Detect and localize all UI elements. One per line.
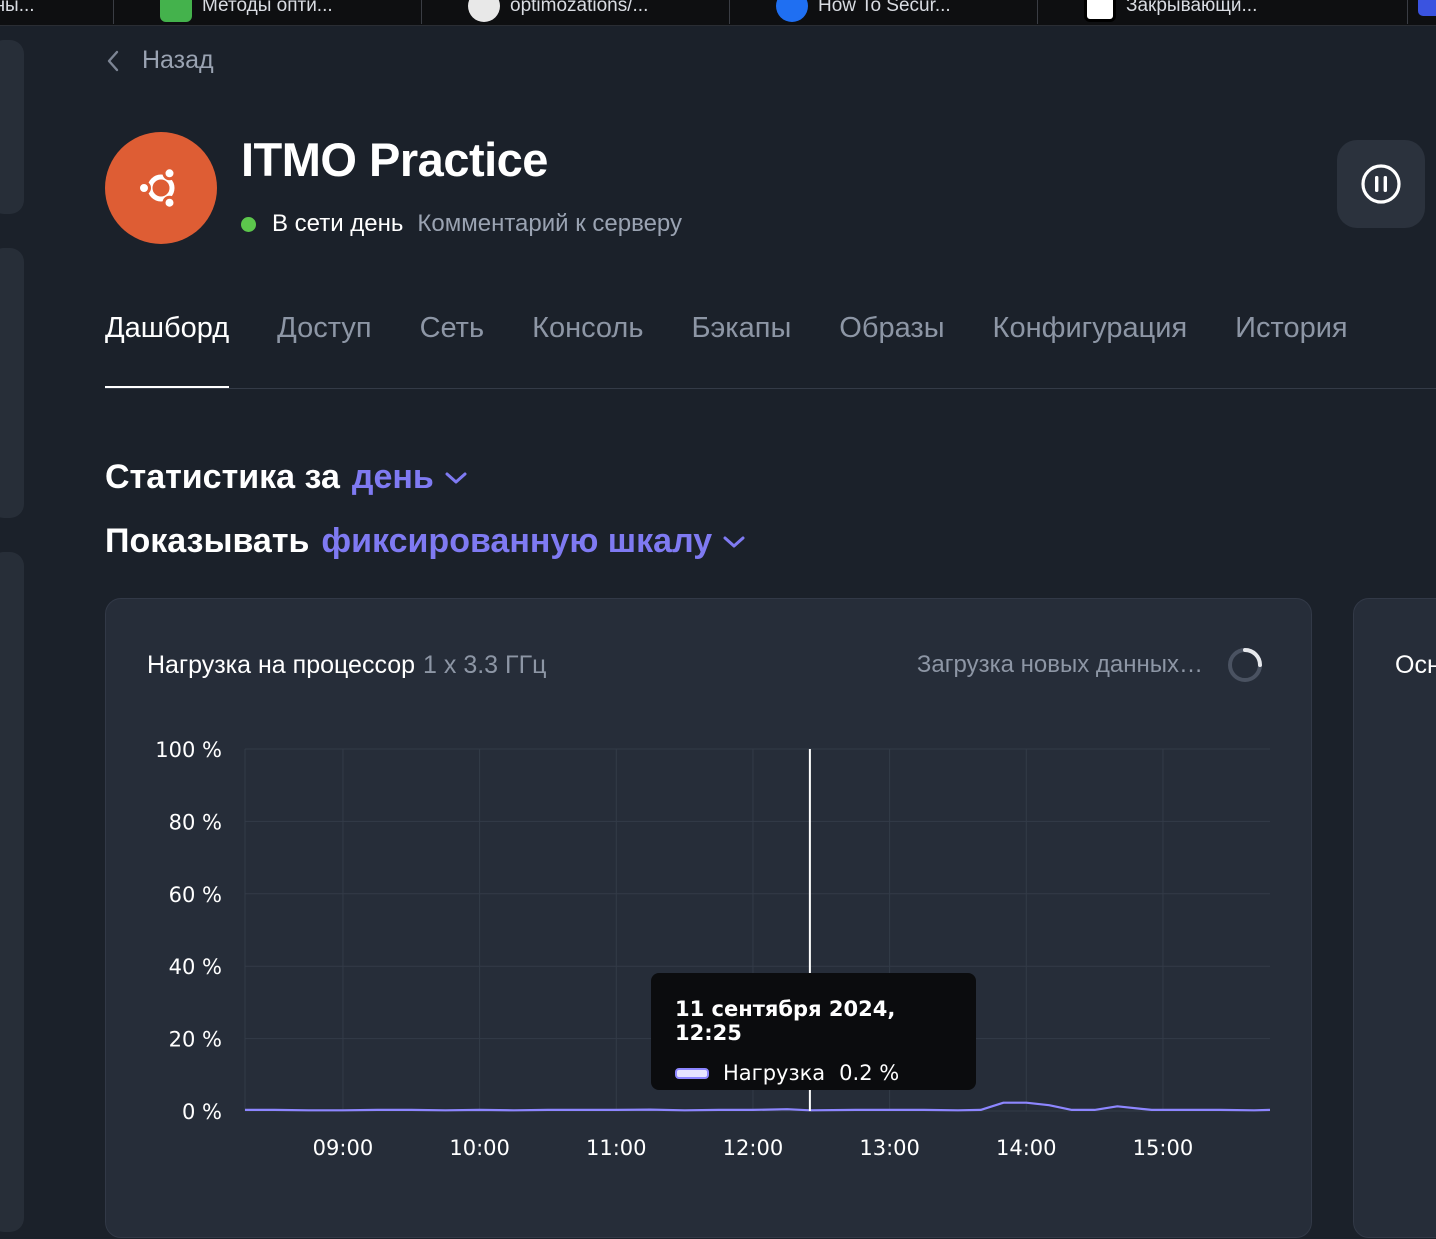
x-tick-label: 15:00	[1133, 1136, 1194, 1160]
sidebar-panel[interactable]	[0, 40, 24, 214]
x-tick-label: 14:00	[996, 1136, 1057, 1160]
browser-tab-label: рны...	[0, 0, 35, 16]
server-comment-link[interactable]: Комментарий к серверу	[417, 210, 682, 238]
server-status-line: В сети день Комментарий к серверу	[241, 210, 682, 238]
chevron-left-icon	[107, 50, 119, 71]
sidebar-panel[interactable]	[0, 248, 24, 518]
online-status-dot	[241, 216, 256, 232]
second-card-title: Осн	[1395, 651, 1436, 679]
browser-tab[interactable]: Закрывающи...	[1038, 0, 1408, 24]
back-link[interactable]: Назад	[106, 46, 214, 75]
browser-tab[interactable]: optimozations/...	[422, 0, 730, 24]
browser-tab[interactable]: How To Secur...	[730, 0, 1038, 24]
y-tick-label: 40 %	[169, 955, 222, 979]
digitalocean-favicon-icon	[776, 0, 808, 22]
stats-period-line: Статистика за день	[105, 458, 468, 497]
pause-server-button[interactable]	[1337, 140, 1425, 228]
tab-dashboard[interactable]: Дашборд	[105, 312, 230, 388]
y-tick-label: 20 %	[169, 1028, 222, 1052]
chevron-down-icon	[723, 536, 745, 547]
chevron-down-icon	[445, 472, 467, 483]
y-tick-label: 60 %	[169, 883, 222, 907]
server-avatar	[105, 132, 217, 244]
stats-scale-line: Показывать фиксированную шкалу	[105, 522, 746, 561]
browser-tab[interactable]: Методы опти...	[114, 0, 422, 24]
tabs-divider	[105, 388, 1436, 389]
browser-tab-label: Закрывающи...	[1126, 0, 1258, 16]
chart-tooltip: 11 сентября 2024, 12:25 Нагрузка 0.2 %	[651, 973, 976, 1090]
tab-access[interactable]: Доступ	[277, 312, 371, 388]
x-tick-label: 10:00	[449, 1136, 510, 1160]
tooltip-series-label: Нагрузка	[723, 1061, 826, 1085]
tooltip-row: Нагрузка 0.2 %	[675, 1061, 952, 1085]
tab-backups[interactable]: Бэкапы	[691, 312, 791, 388]
series-swatch	[675, 1067, 709, 1079]
period-dropdown[interactable]: день	[352, 458, 468, 497]
back-link-label: Назад	[142, 46, 214, 74]
loading-spinner-icon	[1228, 648, 1262, 682]
browser-tab-favicon-icon[interactable]	[1418, 0, 1436, 16]
tab-network[interactable]: Сеть	[420, 312, 485, 388]
qr-favicon-icon	[1084, 0, 1116, 22]
second-stats-card: Осн	[1353, 598, 1436, 1238]
loading-text: Загрузка новых данных…	[916, 651, 1203, 678]
browser-tab-label: How To Secur...	[818, 0, 951, 16]
cpu-load-series-line	[245, 1101, 1271, 1112]
cpu-spec: 1 x 3.3 ГГц	[423, 651, 547, 679]
pause-icon	[1361, 164, 1401, 204]
browser-tab-label: Методы опти...	[202, 0, 333, 16]
tooltip-date: 11 сентября 2024, 12:25	[675, 997, 896, 1045]
loading-indicator: Загрузка новых данных…	[917, 647, 1263, 683]
cpu-card-title-text: Нагрузка на процессор	[147, 651, 416, 679]
x-tick-label: 12:00	[723, 1136, 784, 1160]
server-tabs: Дашборд Доступ Сеть Консоль Бэкапы Образ…	[105, 312, 1348, 388]
github-favicon-icon	[468, 0, 500, 22]
tab-images[interactable]: Образы	[839, 312, 944, 388]
tab-configuration[interactable]: Конфигурация	[993, 312, 1188, 388]
y-tick-label: 0 %	[182, 1100, 222, 1124]
server-status: В сети день	[272, 210, 404, 237]
x-tick-label: 13:00	[859, 1136, 920, 1160]
tooltip-value: 0.2 %	[839, 1061, 900, 1085]
x-tick-label: 11:00	[586, 1136, 647, 1160]
period-dropdown-value: день	[351, 458, 434, 496]
ubuntu-logo-icon	[138, 166, 177, 210]
browser-tab-label: optimozations/...	[510, 0, 649, 16]
tab-console[interactable]: Консоль	[532, 312, 643, 388]
stats-scale-label: Показывать	[105, 522, 310, 560]
y-tick-label: 100 %	[155, 738, 222, 762]
sheets-favicon-icon	[160, 0, 192, 22]
cpu-load-card: 100 % 80 % 60 % 40 % 20 % 0 % 09:00 10:00 11:00 1…	[105, 598, 1312, 1238]
sidebar-panel[interactable]	[0, 552, 24, 1232]
scale-dropdown-value: фиксированную шкалу	[321, 522, 713, 560]
server-name: ITMO Practice	[241, 133, 548, 186]
scale-dropdown[interactable]: фиксированную шкалу	[321, 522, 746, 561]
cpu-card-title: Нагрузка на процессор 1 x 3.3 ГГц	[147, 651, 546, 680]
browser-tab[interactable]: рны...	[0, 0, 114, 24]
cpu-load-chart[interactable]: 100 % 80 % 60 % 40 % 20 % 0 % 09:00 10:00 11:00 1…	[106, 599, 1313, 1239]
browser-tab-strip: рны... Методы опти... optimozations/... …	[0, 0, 1436, 26]
x-tick-label: 09:00	[313, 1136, 374, 1160]
y-tick-label: 80 %	[169, 810, 222, 834]
tab-history[interactable]: История	[1235, 312, 1347, 388]
stats-period-label: Статистика за	[105, 458, 340, 496]
